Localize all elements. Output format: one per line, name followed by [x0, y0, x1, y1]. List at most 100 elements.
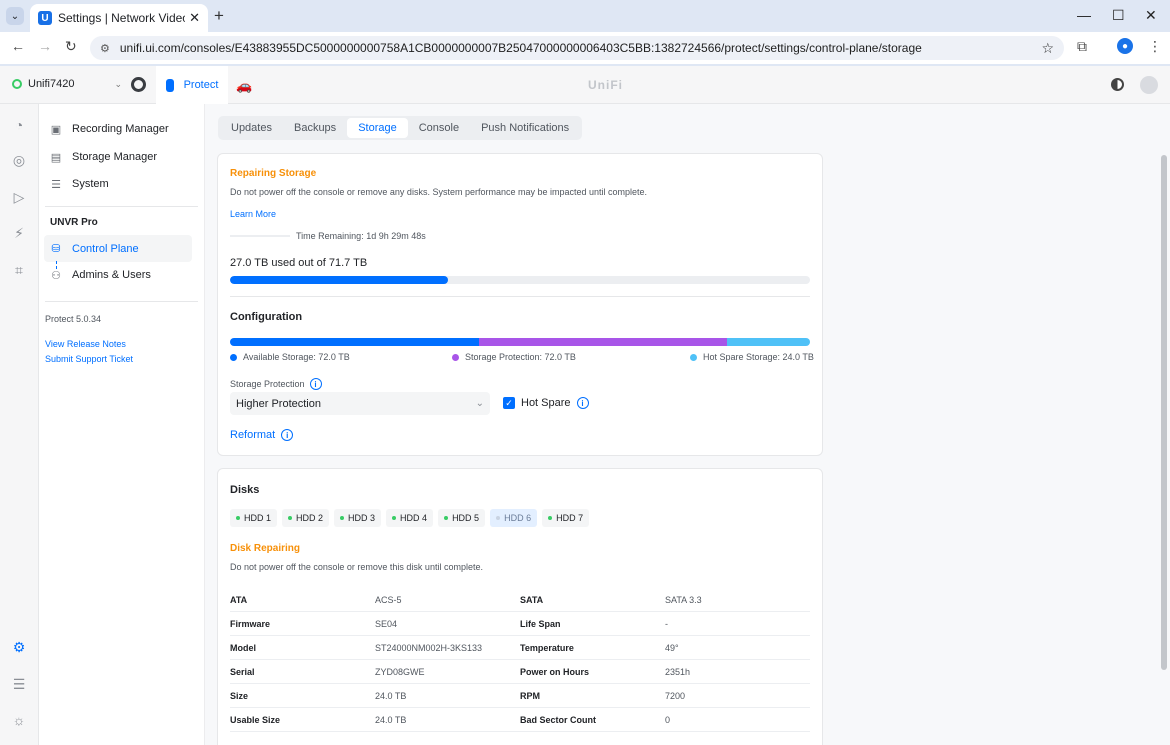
row-key: Firmware: [230, 619, 271, 629]
tab-console[interactable]: Console: [408, 118, 470, 138]
new-tab-icon[interactable]: +: [214, 6, 224, 26]
disk-chip[interactable]: HDD 4: [386, 509, 434, 527]
browser-tab[interactable]: U Settings | Network Video Recor ✕: [30, 4, 208, 32]
protect-label: Protect: [183, 79, 219, 91]
sidebar-item-label: Recording Manager: [72, 123, 169, 135]
recording-icon: ▣: [50, 123, 62, 136]
disk-chip-label: HDD 6: [504, 513, 532, 523]
learn-more-link[interactable]: Learn More: [230, 209, 276, 219]
disk-chip[interactable]: HDD 3: [334, 509, 382, 527]
release-notes-link[interactable]: View Release Notes: [45, 339, 126, 349]
status-dot: [548, 516, 553, 520]
scrollbar-thumb[interactable]: [1161, 155, 1167, 670]
dashboard-icon[interactable]: ◔: [10, 116, 28, 134]
forward-icon[interactable]: →: [38, 38, 52, 54]
divider: [45, 301, 198, 302]
legend-protection: Storage Protection: 72.0 TB: [452, 352, 576, 362]
available-storage-segment: [230, 338, 479, 346]
chevron-down-icon: ⌄: [475, 398, 484, 409]
info-icon[interactable]: i: [309, 378, 322, 390]
tab-storage[interactable]: Storage: [347, 118, 408, 138]
console-selector[interactable]: Unifi7420 ⌄: [12, 78, 122, 90]
disk-chip[interactable]: HDD 1: [230, 509, 278, 527]
extensions-icon[interactable]: ⧉: [1077, 38, 1087, 55]
row-key: Model: [230, 643, 256, 653]
close-window-icon[interactable]: ✕: [1145, 7, 1157, 24]
storage-protection-select[interactable]: Higher Protection ⌄: [230, 392, 490, 415]
sidebar-item-label: Control Plane: [72, 242, 139, 255]
disk-chip-label: HDD 7: [556, 513, 584, 523]
theme-toggle-icon[interactable]: [1111, 78, 1124, 91]
table-row: ATA ACS-5 SATA SATA 3.3: [230, 588, 810, 612]
tab-search-button[interactable]: ⌄: [6, 7, 24, 25]
disk-repair-message: Do not power off the console or remove t…: [230, 562, 483, 572]
site-info-icon[interactable]: ⚙: [100, 42, 110, 55]
configuration-title: Configuration: [230, 311, 303, 323]
chevron-down-icon: ⌄: [114, 78, 123, 89]
reformat-button[interactable]: Reformat i: [230, 429, 294, 441]
bookmark-star-icon[interactable]: ☆: [1041, 40, 1054, 57]
storage-protection-label: Storage Protection i: [230, 378, 322, 390]
browser-menu-icon[interactable]: ⋮: [1148, 38, 1162, 55]
access-app-icon[interactable]: 🚗: [236, 78, 252, 94]
disk-chip[interactable]: HDD 7: [542, 509, 590, 527]
support-ticket-link[interactable]: Submit Support Ticket: [45, 354, 133, 364]
row-value: 2351h: [665, 667, 691, 677]
sidebar-item-control-plane[interactable]: ⛁ Control Plane: [44, 235, 192, 262]
maximize-icon[interactable]: ☐: [1112, 7, 1125, 24]
profile-avatar-icon[interactable]: ●: [1117, 38, 1133, 54]
settings-gear-icon[interactable]: ⚙: [10, 638, 28, 656]
address-bar[interactable]: ⚙ unifi.ui.com/consoles/E43883955DC50000…: [90, 36, 1064, 60]
sidebar-item-recording-manager[interactable]: ▣ Recording Manager: [50, 118, 198, 140]
device-group-title: UNVR Pro: [50, 217, 98, 228]
disk-chip[interactable]: HDD 2: [282, 509, 330, 527]
status-dot: [340, 516, 345, 520]
admins-icon: ⚇: [51, 269, 61, 282]
unifi-logo: UniFi: [588, 78, 623, 92]
reload-icon[interactable]: ↻: [65, 38, 77, 55]
ai-icon[interactable]: ⌗: [10, 261, 28, 279]
close-tab-icon[interactable]: ✕: [189, 10, 200, 26]
alarm-icon[interactable]: ☼: [10, 711, 28, 729]
unifi-os-icon[interactable]: [131, 77, 146, 92]
row-value: 0: [665, 715, 671, 725]
sidebar-item-storage-manager[interactable]: ▤ Storage Manager: [50, 146, 198, 168]
table-row: Size 24.0 TB RPM 7200: [230, 684, 810, 708]
info-icon[interactable]: i: [576, 397, 589, 409]
configuration-bar: [230, 338, 810, 346]
tab-updates[interactable]: Updates: [220, 118, 283, 138]
row-value: SATA 3.3: [665, 595, 702, 605]
sidebar-item-system[interactable]: ☰ System: [50, 173, 198, 195]
back-icon[interactable]: ←: [11, 38, 25, 54]
play-icon[interactable]: ▷: [10, 188, 28, 206]
row-key: SATA: [520, 595, 544, 605]
sidebar-item-label: Admins & Users: [72, 269, 151, 281]
hot-spare-label: Hot Spare: [521, 397, 571, 409]
sidebar-item-admins-users[interactable]: ⚇ Admins & Users: [50, 264, 198, 286]
info-icon[interactable]: i: [281, 429, 294, 441]
unifi-favicon-icon: U: [38, 11, 52, 25]
console-name: Unifi7420: [28, 78, 75, 90]
row-key: Power on Hours: [520, 667, 590, 677]
logs-icon[interactable]: ☰: [10, 675, 28, 693]
tab-backups[interactable]: Backups: [283, 118, 347, 138]
row-value: 49°: [665, 643, 679, 653]
user-avatar[interactable]: [1140, 76, 1158, 94]
detections-icon[interactable]: ⚡: [10, 224, 28, 242]
status-dot: [496, 516, 501, 520]
protect-app-tab[interactable]: Protect: [156, 66, 228, 104]
legend-label: Hot Spare Storage: 24.0 TB: [703, 352, 814, 362]
divider: [45, 206, 198, 207]
disk-chip[interactable]: HDD 5: [438, 509, 486, 527]
devices-icon[interactable]: ◎: [10, 151, 28, 169]
hot-spare-checkbox[interactable]: ✓: [503, 397, 515, 409]
minimize-icon[interactable]: —: [1077, 7, 1091, 23]
status-dot: [236, 516, 240, 520]
version-text: Protect 5.0.34: [45, 314, 102, 324]
tab-push-notifications[interactable]: Push Notifications: [470, 118, 580, 138]
row-value: 24.0 TB: [375, 691, 407, 701]
row-key: Temperature: [520, 643, 574, 653]
disk-chip[interactable]: HDD 6: [490, 509, 538, 527]
sidebar-item-label: Storage Manager: [72, 151, 157, 163]
status-dot: [288, 516, 293, 520]
